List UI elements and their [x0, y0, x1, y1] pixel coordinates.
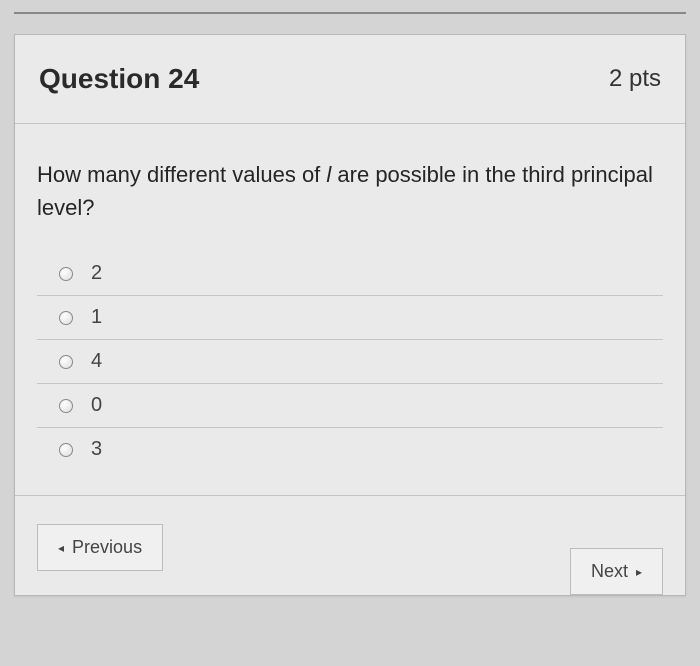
options-list: 2 1 4 0 3 [37, 252, 663, 471]
option-0[interactable]: 2 [37, 252, 663, 296]
option-3[interactable]: 0 [37, 384, 663, 428]
question-prompt: How many different values of l are possi… [37, 158, 663, 224]
question-points: 2 pts [609, 65, 661, 93]
option-label: 4 [91, 350, 102, 373]
next-label: Next [591, 561, 628, 582]
question-card: Question 24 2 pts How many different val… [14, 34, 686, 596]
option-2[interactable]: 4 [37, 340, 663, 384]
question-footer: ◂ Previous Next ▸ [15, 495, 685, 595]
option-label: 0 [91, 394, 102, 417]
arrow-right-icon: ▸ [636, 565, 642, 579]
next-button[interactable]: Next ▸ [570, 548, 663, 595]
arrow-left-icon: ◂ [58, 541, 64, 555]
radio-icon [59, 311, 73, 325]
radio-icon [59, 443, 73, 457]
radio-icon [59, 399, 73, 413]
question-title: Question 24 [39, 63, 199, 95]
previous-label: Previous [72, 537, 142, 558]
option-label: 2 [91, 262, 102, 285]
question-body: How many different values of l are possi… [15, 124, 685, 495]
option-1[interactable]: 1 [37, 296, 663, 340]
option-label: 1 [91, 306, 102, 329]
radio-icon [59, 267, 73, 281]
question-header: Question 24 2 pts [15, 35, 685, 124]
prompt-text-before: How many different values of [37, 162, 326, 187]
radio-icon [59, 355, 73, 369]
option-label: 3 [91, 438, 102, 461]
option-4[interactable]: 3 [37, 428, 663, 471]
top-divider [14, 12, 686, 14]
previous-button[interactable]: ◂ Previous [37, 524, 163, 571]
